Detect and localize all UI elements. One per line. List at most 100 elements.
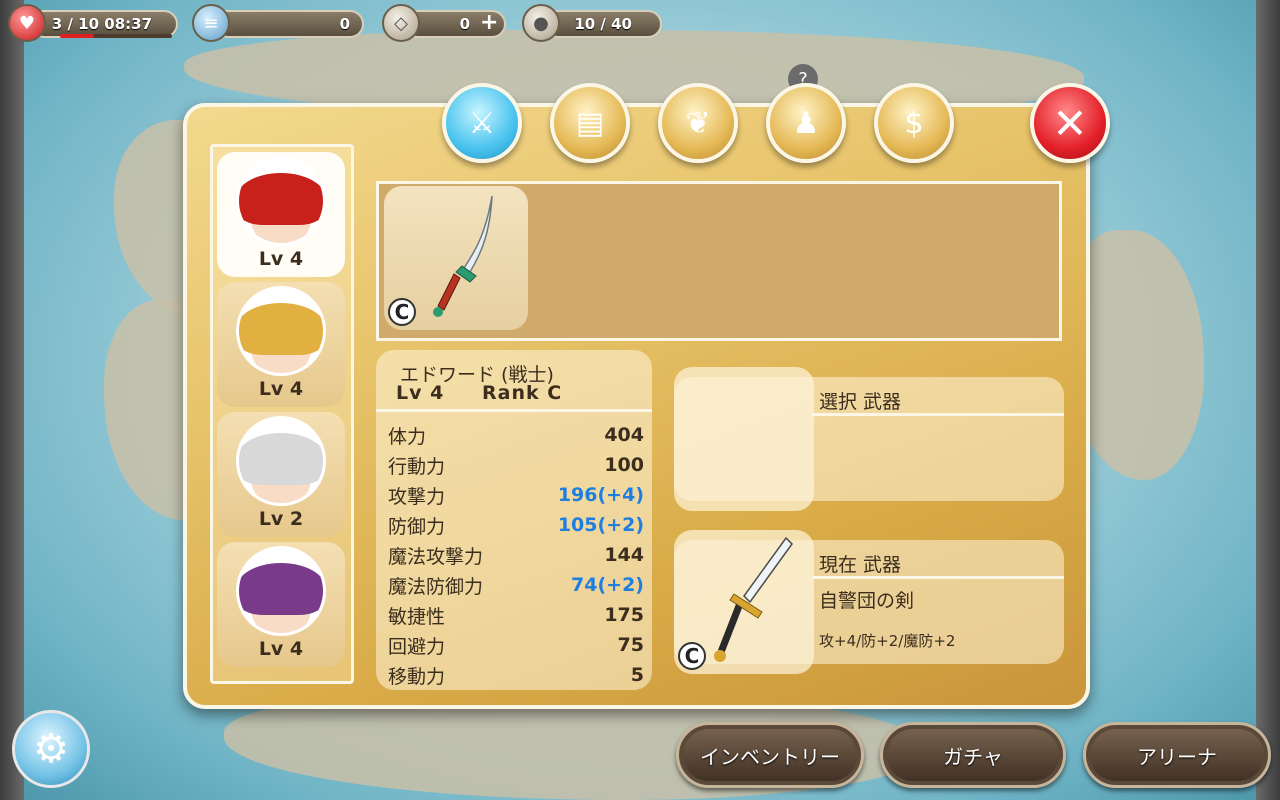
stat-label: 回避力 — [388, 635, 446, 658]
inventory-button[interactable]: インベントリー — [676, 722, 864, 788]
stamina-hud: 3 / 10 08:37 ♥ — [8, 4, 178, 42]
aura-icon: ♟ — [792, 105, 820, 141]
stat-label: 防御力 — [388, 515, 446, 538]
stat-label: 敏捷性 — [388, 605, 446, 628]
character-level-label: Lv 4 — [396, 382, 445, 404]
character-level: Lv 4 — [258, 378, 304, 400]
coins-icon: ≡ — [192, 4, 230, 42]
stat-row: 行動力 100 — [388, 450, 644, 480]
character-card-3[interactable]: Lv 2 — [217, 412, 345, 537]
hair — [239, 563, 323, 615]
current-weapon-title: 現在 武器 — [819, 554, 902, 576]
weapon-item-slot[interactable]: C — [384, 186, 528, 330]
character-list: Lv 4 Lv 4 Lv 2 Lv 4 — [210, 144, 354, 684]
stat-label: 攻撃力 — [388, 485, 446, 508]
stat-label: 体力 — [388, 425, 427, 448]
stat-row: 敏捷性 175 — [388, 600, 644, 630]
tab-accessory[interactable]: ❦ — [658, 83, 738, 163]
weapon-item-strip: C — [376, 181, 1062, 341]
equipment-panel: ⚔ ▤ ❦ ♟ $ ✕ Lv 4 Lv 4 Lv 2 Lv 4 C エドワード … — [183, 83, 1110, 709]
stat-value: 74(+2) — [571, 574, 644, 596]
character-portrait — [239, 303, 323, 373]
rank-badge: C — [388, 298, 416, 326]
add-gems-icon[interactable]: + — [480, 10, 498, 35]
character-card-4[interactable]: Lv 4 — [217, 542, 345, 667]
gear-icon: ⚙ — [33, 726, 69, 772]
stat-value: 175 — [604, 604, 644, 626]
necklace-icon: ❦ — [685, 105, 711, 141]
inventory-count-value: 10 / 40 — [544, 10, 662, 38]
character-stats-panel: エドワード (戦士) Lv 4 Rank C 体力 404 行動力 100 攻撃力 196… — [376, 350, 652, 690]
coins-hud: 0 ≡ — [192, 4, 368, 42]
settings-button[interactable]: ⚙ — [12, 710, 90, 788]
selected-weapon-slot[interactable] — [674, 367, 814, 511]
stamina-gauge-fill — [60, 34, 94, 38]
close-icon: ✕ — [1052, 98, 1088, 148]
avatar — [236, 286, 326, 376]
hair — [239, 433, 323, 485]
rank-badge: C — [678, 642, 706, 670]
stat-row: 防御力 105(+2) — [388, 510, 644, 540]
tab-weapon[interactable]: ⚔ — [442, 83, 522, 163]
character-portrait — [239, 173, 323, 243]
hair — [239, 173, 323, 225]
character-portrait — [239, 563, 323, 633]
moneybag-icon: $ — [904, 105, 924, 141]
character-card-1[interactable]: Lv 4 — [217, 152, 345, 277]
tab-item[interactable]: $ — [874, 83, 954, 163]
divider — [812, 576, 1064, 579]
right-edge-shade — [1256, 0, 1280, 800]
avatar — [236, 416, 326, 506]
sword-icon: ⚔ — [468, 105, 496, 141]
diamond-icon: ◇ — [382, 4, 420, 42]
stat-value: 105(+2) — [557, 514, 644, 536]
stat-row: 体力 404 — [388, 420, 644, 450]
close-button[interactable]: ✕ — [1030, 83, 1110, 163]
avatar — [236, 156, 326, 246]
character-level: Lv 2 — [258, 508, 304, 530]
character-portrait — [239, 433, 323, 503]
divider — [376, 409, 652, 412]
stat-value: 196(+4) — [557, 484, 644, 506]
stat-row: 移動力 5 — [388, 660, 644, 690]
stat-row: 魔法攻撃力 144 — [388, 540, 644, 570]
inventory-count-hud: 10 / 40 ● — [522, 4, 664, 42]
gacha-button[interactable]: ガチャ — [880, 722, 1066, 788]
stat-label: 魔法攻撃力 — [388, 545, 484, 568]
tab-armor[interactable]: ▤ — [550, 83, 630, 163]
avatar — [236, 546, 326, 636]
character-rank-label: Rank C — [482, 382, 563, 404]
tab-skill[interactable]: ♟ — [766, 83, 846, 163]
selected-weapon-title: 選択 武器 — [819, 391, 902, 413]
armor-icon: ▤ — [575, 105, 605, 141]
hair — [239, 303, 323, 355]
stat-label: 行動力 — [388, 455, 446, 478]
bag-icon: ● — [522, 4, 560, 42]
curved-sword-icon — [433, 195, 493, 317]
stat-value: 404 — [604, 424, 644, 446]
stat-row: 回避力 75 — [388, 630, 644, 660]
left-edge-shade — [0, 0, 24, 800]
stat-row: 魔法防御力 74(+2) — [388, 570, 644, 600]
stat-value: 100 — [604, 454, 644, 476]
stamina-text: 3 / 10 08:37 — [51, 15, 152, 33]
heart-icon: ♥ — [8, 4, 46, 42]
current-weapon-slot[interactable]: C — [674, 530, 814, 674]
stat-row: 攻撃力 196(+4) — [388, 480, 644, 510]
stat-label: 魔法防御力 — [388, 575, 484, 598]
arena-button[interactable]: アリーナ — [1083, 722, 1271, 788]
stamina-gauge — [60, 34, 172, 38]
coins-value: 0 — [214, 10, 364, 38]
stat-value: 5 — [630, 664, 644, 686]
straight-sword-icon — [714, 536, 793, 662]
character-card-2[interactable]: Lv 4 — [217, 282, 345, 407]
gems-hud[interactable]: 0 + ◇ — [382, 4, 510, 42]
stat-value: 75 — [617, 634, 644, 656]
selected-weapon-panel: 選択 武器 — [674, 367, 1064, 511]
divider — [812, 413, 1064, 416]
stat-value: 144 — [604, 544, 644, 566]
current-weapon-panel: C 現在 武器 自警団の剣 攻+4/防+2/魔防+2 — [674, 530, 1064, 674]
character-level: Lv 4 — [258, 638, 304, 660]
current-weapon-name: 自警団の剣 — [819, 590, 915, 612]
stat-label: 移動力 — [388, 665, 446, 688]
